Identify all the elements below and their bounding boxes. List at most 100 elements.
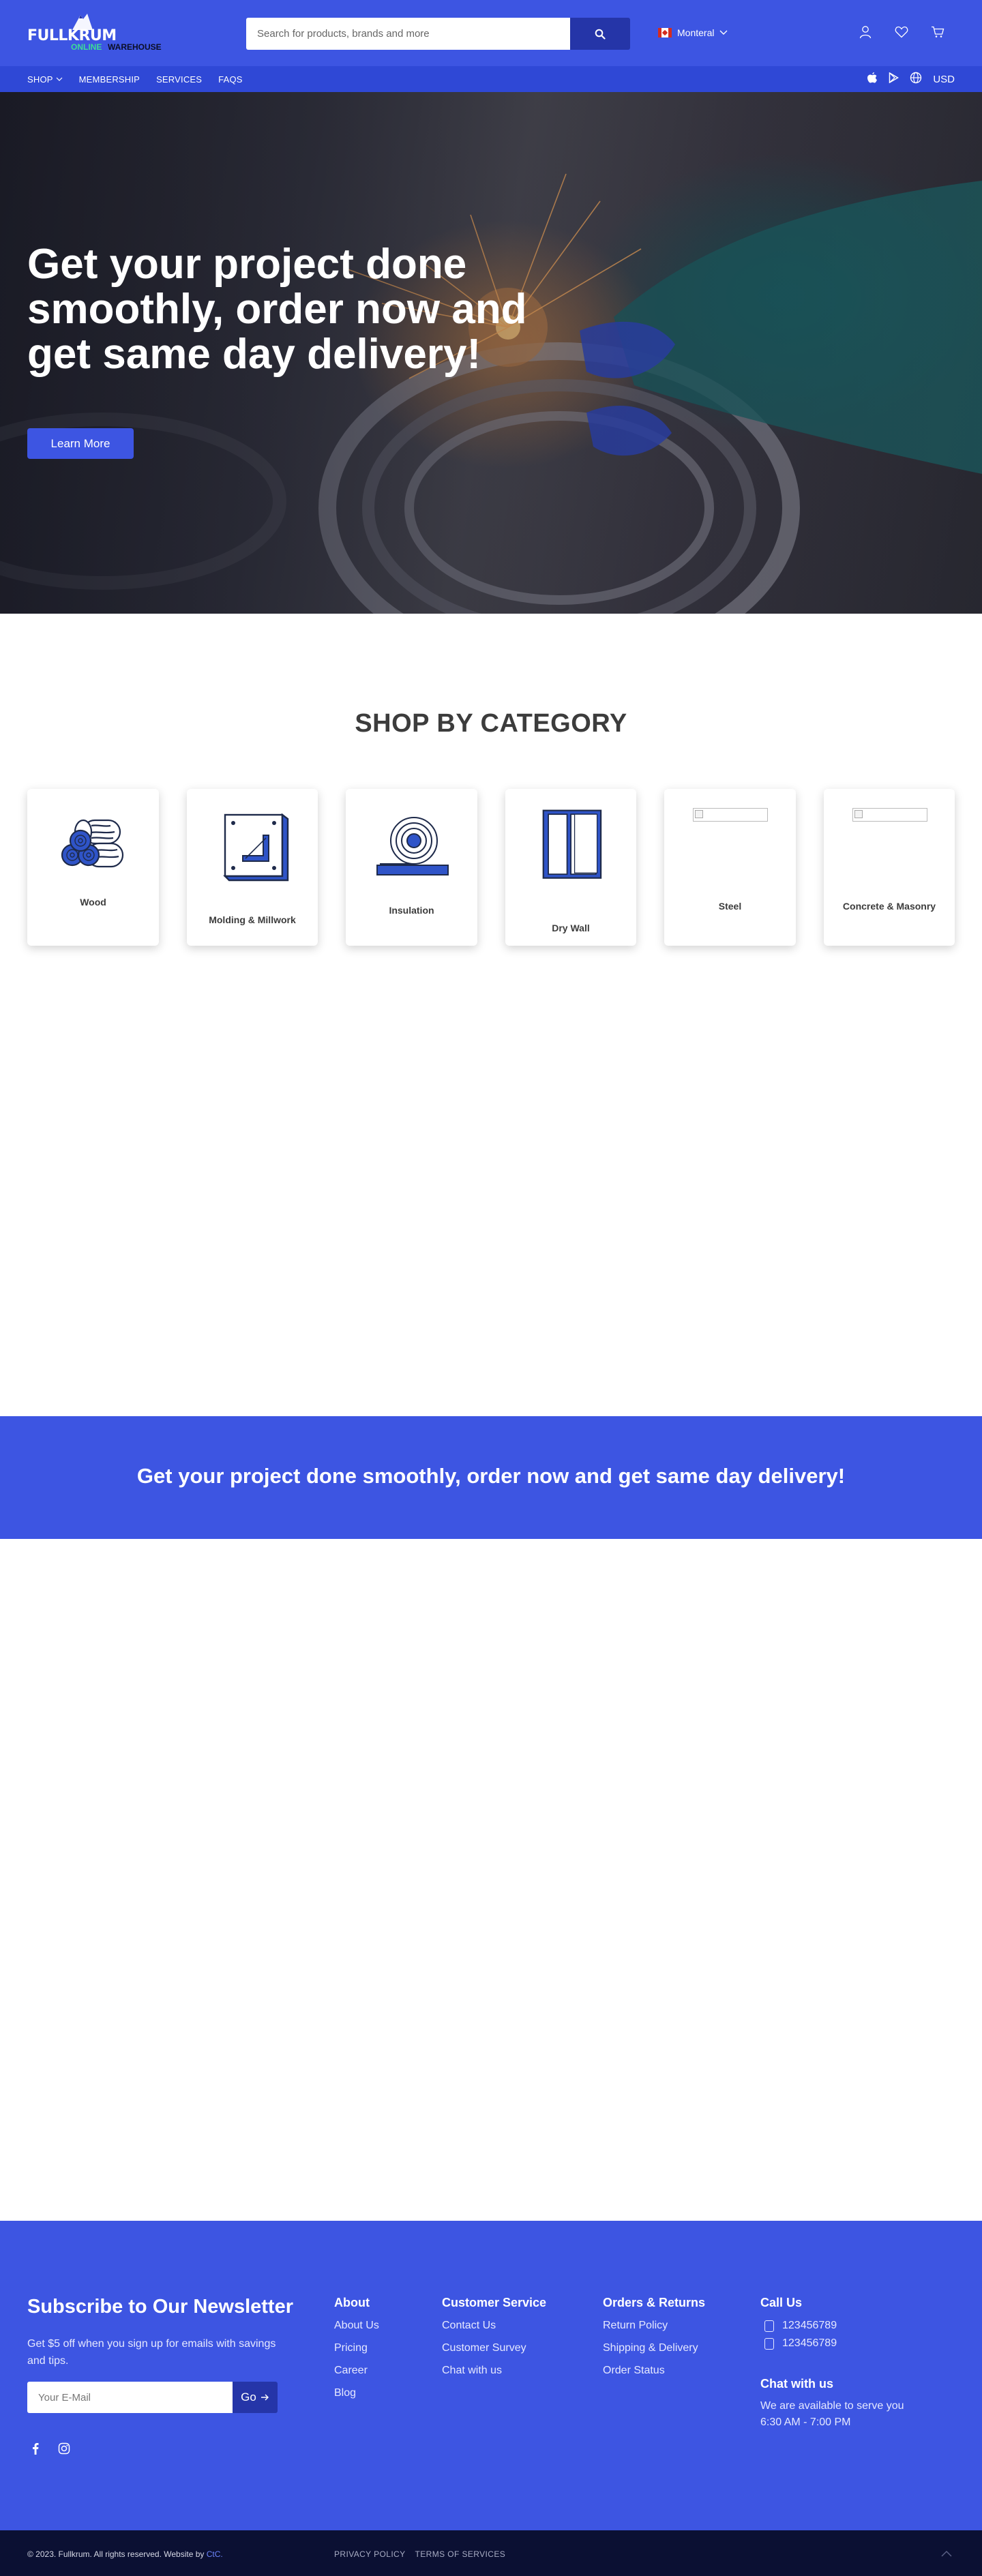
back-to-top-button[interactable] bbox=[938, 2545, 955, 2562]
newsletter-submit-label: Go bbox=[241, 2391, 256, 2403]
category-label: Wood bbox=[80, 897, 106, 908]
hero-title: Get your project done smoothly, order no… bbox=[27, 241, 527, 378]
search-icon bbox=[595, 29, 606, 40]
phone-row[interactable]: 123456789 bbox=[760, 2337, 917, 2350]
phone-number: 123456789 bbox=[782, 2337, 837, 2349]
newsletter-submit-button[interactable]: Go bbox=[233, 2382, 278, 2413]
footer-call-column: Call Us 123456789 123456789 Chat with us… bbox=[760, 2296, 917, 2431]
footer-link-shipping[interactable]: Shipping & Delivery bbox=[603, 2342, 705, 2354]
main-nav: SHOP MEMBERSHIP SERVICES FAQS USD bbox=[0, 66, 982, 92]
delivery-banner: Get your project done smoothly, order no… bbox=[0, 1416, 982, 1539]
apple-store-icon[interactable] bbox=[867, 72, 878, 87]
logs-icon bbox=[61, 819, 124, 868]
chat-hours: We are available to serve you 6:30 AM - … bbox=[760, 2400, 904, 2428]
category-section-title: SHOP BY CATEGORY bbox=[355, 709, 627, 738]
nav-utilities: USD bbox=[867, 66, 955, 92]
location-city: Monteral bbox=[677, 27, 715, 38]
phone-icon bbox=[764, 2320, 774, 2332]
phone-number: 123456789 bbox=[782, 2320, 837, 2331]
newsletter-description: Get $5 off when you sign up for emails w… bbox=[27, 2338, 276, 2367]
brand-logo[interactable]: FULLKRUM ONLINE WAREHOUSE bbox=[27, 12, 164, 53]
privacy-policy-link[interactable]: PRIVACY POLICY bbox=[334, 2549, 406, 2559]
footer-link-contact-us[interactable]: Contact Us bbox=[442, 2320, 546, 2332]
category-card-drywall[interactable]: Dry Wall bbox=[505, 789, 636, 946]
chevron-up-icon bbox=[941, 2550, 952, 2557]
chevron-down-icon bbox=[56, 77, 63, 81]
category-card-steel[interactable]: Steel bbox=[664, 789, 796, 946]
search-input[interactable] bbox=[246, 18, 570, 50]
canada-flag-icon bbox=[658, 28, 672, 38]
page: FULLKRUM ONLINE WAREHOUSE Monteral bbox=[0, 0, 982, 2576]
copyright: © 2023. Fullkrum. All rights reserved. W… bbox=[27, 2549, 223, 2559]
agency-credit-link[interactable]: CtC. bbox=[207, 2549, 223, 2559]
wishlist-heart-icon[interactable] bbox=[895, 25, 908, 40]
legal-links: PRIVACY POLICY TERMS OF SERVICES bbox=[334, 2549, 505, 2559]
cart-icon[interactable] bbox=[931, 25, 944, 40]
footer-link-order-status[interactable]: Order Status bbox=[603, 2365, 705, 2377]
drywall-icon bbox=[542, 809, 601, 879]
nav-menu: SHOP MEMBERSHIP SERVICES FAQS bbox=[27, 66, 243, 92]
hero-banner: Get your project done smoothly, order no… bbox=[0, 92, 982, 614]
insulation-roll-icon bbox=[376, 817, 449, 875]
footer-about-column: About About Us Pricing Career Blog bbox=[334, 2296, 379, 2410]
broken-image-icon bbox=[693, 808, 768, 822]
search-bar bbox=[246, 18, 630, 50]
search-button[interactable] bbox=[570, 18, 630, 50]
chevron-down-icon bbox=[719, 30, 728, 35]
footer-bottom-bar: © 2023. Fullkrum. All rights reserved. W… bbox=[0, 2530, 982, 2576]
learn-more-button[interactable]: Learn More bbox=[27, 428, 134, 459]
category-label: Steel bbox=[718, 901, 742, 912]
facebook-icon[interactable] bbox=[27, 2440, 44, 2457]
footer: Subscribe to Our Newsletter Get $5 off w… bbox=[0, 2221, 982, 2530]
footer-link-customer-survey[interactable]: Customer Survey bbox=[442, 2342, 546, 2354]
footer-link-career[interactable]: Career bbox=[334, 2365, 379, 2377]
copyright-text: © 2023. Fullkrum. All rights reserved. W… bbox=[27, 2549, 205, 2559]
footer-link-pricing[interactable]: Pricing bbox=[334, 2342, 379, 2354]
footer-column-title: Customer Service bbox=[442, 2296, 547, 2309]
category-card-concrete[interactable]: Concrete & Masonry bbox=[823, 789, 955, 946]
phone-icon bbox=[764, 2337, 774, 2350]
header-actions bbox=[859, 25, 944, 40]
nav-item-faqs[interactable]: FAQS bbox=[218, 74, 242, 85]
newsletter-email-input[interactable] bbox=[27, 2382, 233, 2413]
phone-row[interactable]: 123456789 bbox=[760, 2320, 917, 2332]
account-icon[interactable] bbox=[859, 25, 872, 40]
chat-title: Chat with us bbox=[760, 2377, 833, 2391]
newsletter-form: Go bbox=[27, 2382, 278, 2413]
arrow-right-icon bbox=[261, 2394, 269, 2401]
category-label: Dry Wall bbox=[552, 923, 590, 933]
nav-item-membership[interactable]: MEMBERSHIP bbox=[79, 74, 140, 85]
footer-column-title: Call Us bbox=[760, 2296, 803, 2309]
nav-item-services[interactable]: SERVICES bbox=[156, 74, 202, 85]
top-header: FULLKRUM ONLINE WAREHOUSE Monteral bbox=[0, 0, 982, 66]
category-label: Insulation bbox=[389, 905, 434, 916]
footer-orders-column: Orders & Returns Return Policy Shipping … bbox=[603, 2296, 705, 2387]
nav-item-label: SHOP bbox=[27, 74, 53, 85]
category-list: Wood Molding & Millwork Insulation Dry W… bbox=[27, 789, 955, 946]
instagram-icon[interactable] bbox=[56, 2440, 72, 2457]
broken-image-icon bbox=[852, 808, 927, 822]
currency-selector[interactable]: USD bbox=[933, 74, 955, 85]
google-play-icon[interactable] bbox=[889, 72, 899, 86]
footer-link-blog[interactable]: Blog bbox=[334, 2387, 379, 2399]
social-links bbox=[27, 2440, 72, 2457]
banner-text: Get your project done smoothly, order no… bbox=[136, 1464, 846, 1488]
footer-customer-service-column: Customer Service Contact Us Customer Sur… bbox=[442, 2296, 546, 2387]
location-selector[interactable]: Monteral bbox=[658, 27, 728, 38]
category-card-insulation[interactable]: Insulation bbox=[346, 789, 477, 946]
category-label: Molding & Millwork bbox=[209, 914, 296, 925]
footer-link-chat[interactable]: Chat with us bbox=[442, 2365, 546, 2377]
category-card-wood[interactable]: Wood bbox=[27, 789, 159, 946]
category-label: Concrete & Masonry bbox=[842, 901, 936, 912]
newsletter-title: Subscribe to Our Newsletter bbox=[27, 2296, 293, 2318]
terms-of-service-link[interactable]: TERMS OF SERVICES bbox=[415, 2549, 506, 2559]
brand-tagline-online: ONLINE bbox=[71, 42, 102, 52]
footer-link-about-us[interactable]: About Us bbox=[334, 2320, 379, 2332]
globe-icon[interactable] bbox=[910, 72, 922, 87]
nav-item-shop[interactable]: SHOP bbox=[27, 74, 63, 85]
brand-tagline-warehouse: WAREHOUSE bbox=[108, 42, 162, 52]
footer-column-title: About bbox=[334, 2296, 370, 2309]
footer-link-return-policy[interactable]: Return Policy bbox=[603, 2320, 705, 2332]
category-card-molding[interactable]: Molding & Millwork bbox=[186, 789, 318, 946]
footer-column-title: Orders & Returns bbox=[603, 2296, 706, 2309]
